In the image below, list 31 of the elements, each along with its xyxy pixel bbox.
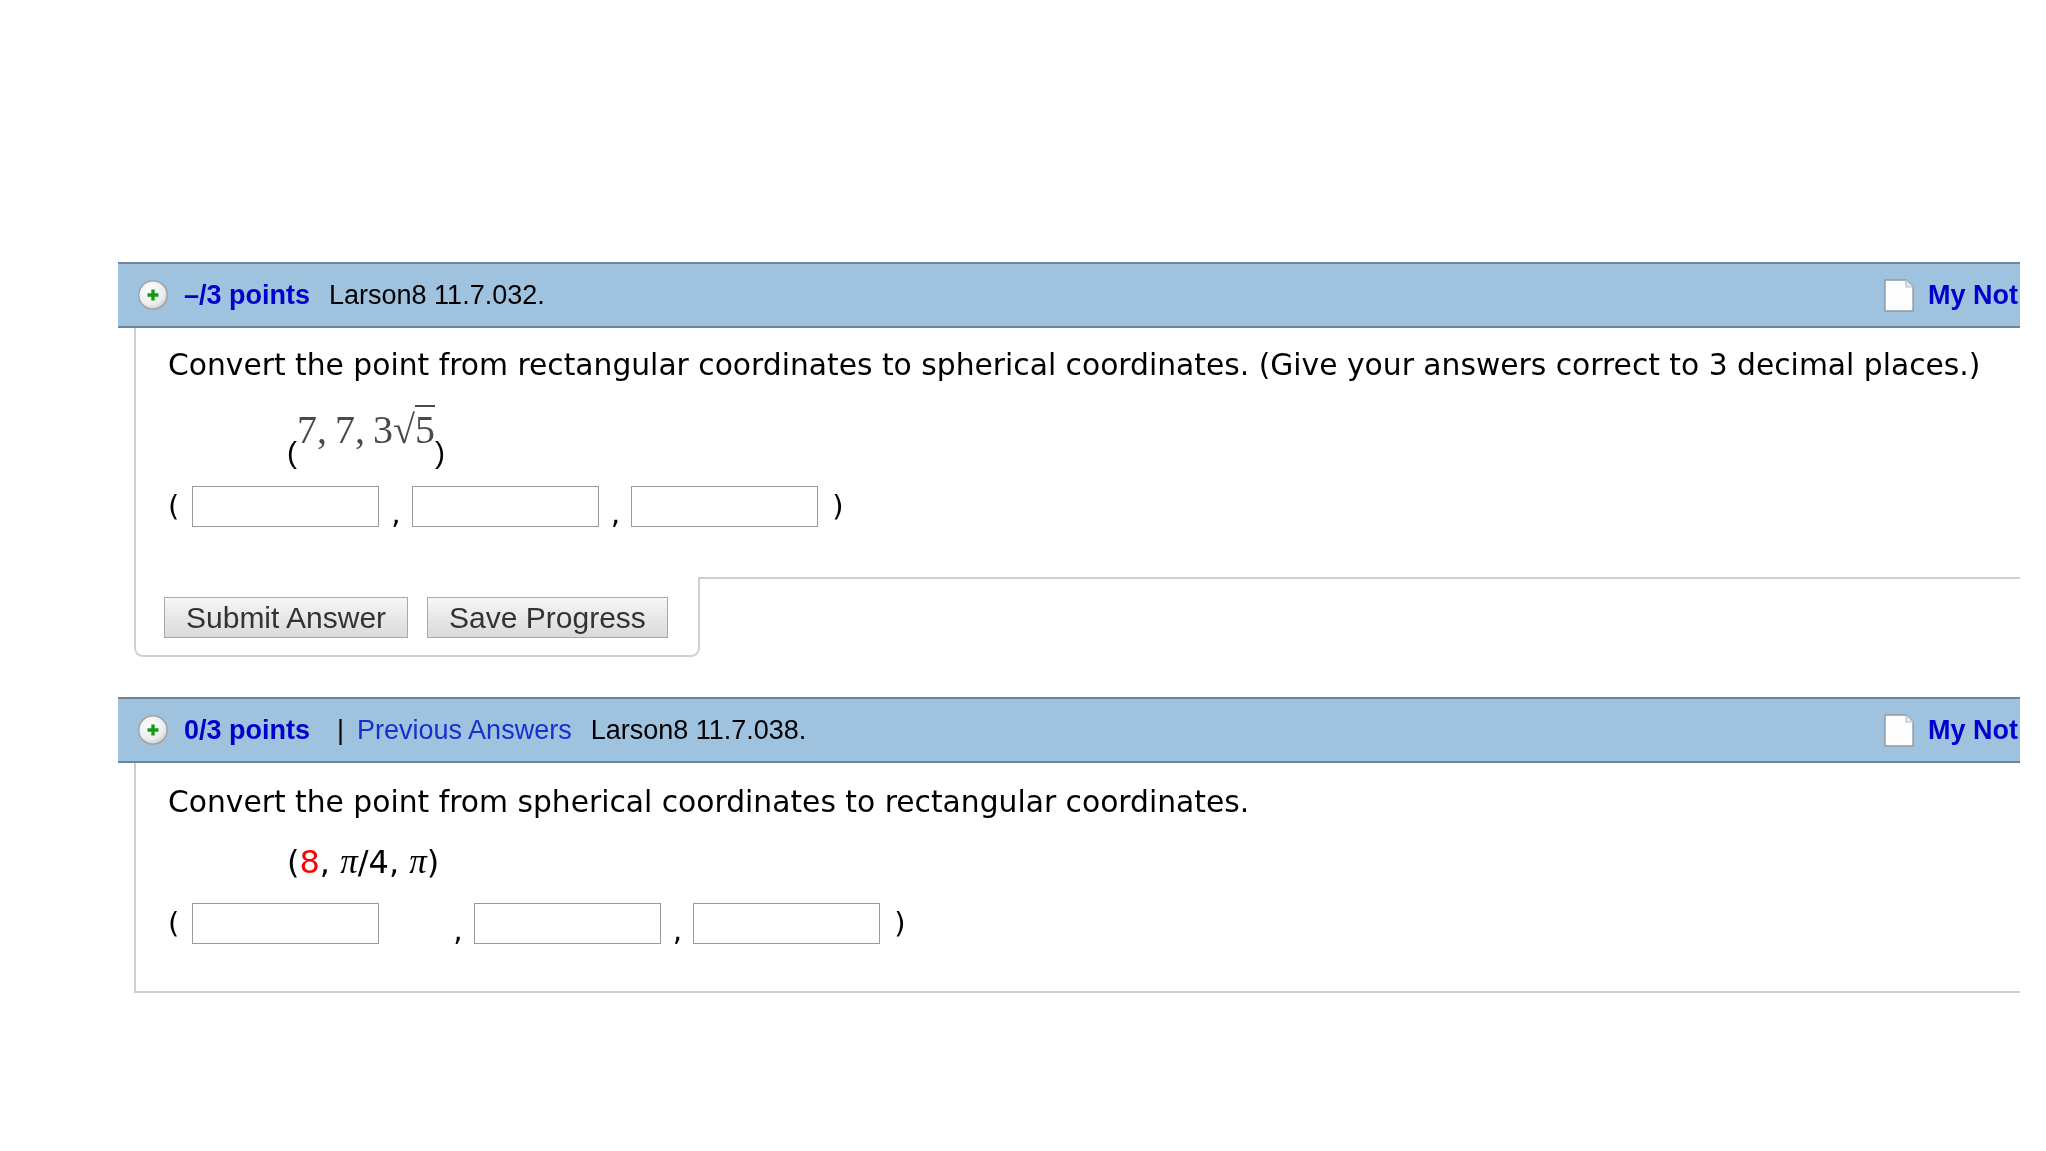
- comma: ,: [672, 912, 683, 947]
- question-text: Convert the point from spherical coordinates to rectangular coordinates.: [168, 783, 1250, 821]
- answer-field[interactable]: [473, 903, 661, 944]
- question-reference: Larson8 11.7.038.: [590, 714, 807, 746]
- points-label: –/3 points: [184, 279, 311, 311]
- my-notes-link[interactable]: My Not: [1928, 714, 2018, 746]
- open-paren: (: [168, 488, 180, 525]
- open-paren: (: [168, 905, 180, 942]
- answer-field[interactable]: [192, 486, 380, 527]
- points-label: 0/3 points: [184, 714, 311, 746]
- close-paren: ): [894, 905, 906, 942]
- answer-field[interactable]: [631, 486, 819, 527]
- answer-field[interactable]: [192, 903, 380, 944]
- plus-icon[interactable]: [138, 715, 168, 745]
- close-paren: ): [832, 488, 844, 525]
- submit-answer-button[interactable]: Submit Answer: [164, 597, 409, 638]
- question-text: Convert the point from rectangular coordinates to spherical coordinates. (Give your answers correct to 3 decimal places.): [168, 346, 1981, 384]
- point-expression: (8, π/4, π): [287, 842, 440, 883]
- page-icon[interactable]: [1884, 713, 1914, 747]
- answer-field[interactable]: [411, 486, 599, 527]
- comma: ,: [453, 912, 463, 947]
- my-notes-link[interactable]: My Not: [1928, 279, 2018, 311]
- separator: |: [337, 714, 345, 746]
- save-progress-button[interactable]: Save Progress: [427, 597, 668, 638]
- comma: ,: [610, 495, 621, 530]
- page-icon[interactable]: [1884, 278, 1914, 312]
- question-reference: Larson8 11.7.032.: [329, 279, 545, 311]
- comma: ,: [391, 495, 401, 530]
- plus-icon[interactable]: [138, 280, 168, 310]
- answer-field[interactable]: [693, 903, 881, 944]
- previous-answers-link[interactable]: Previous Answers: [357, 714, 572, 746]
